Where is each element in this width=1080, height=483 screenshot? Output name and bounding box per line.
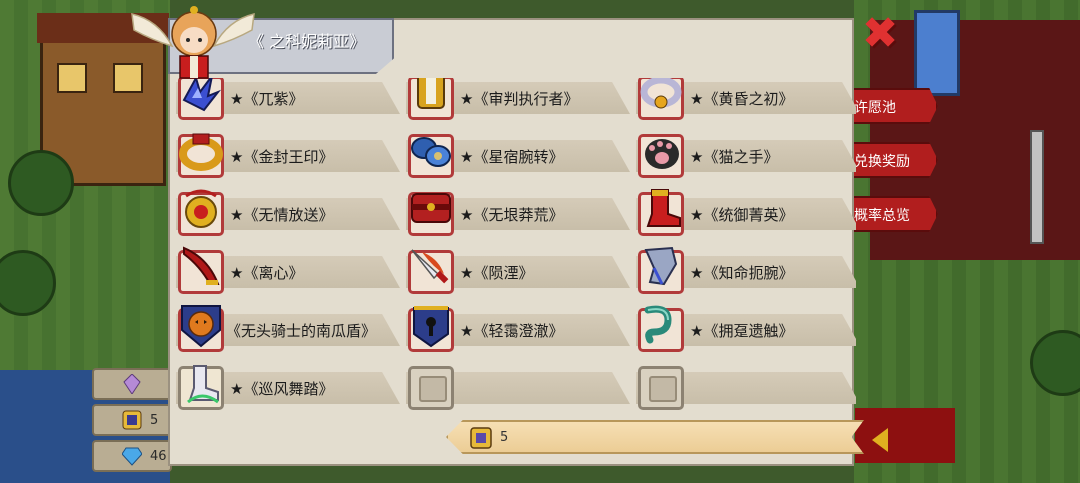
- list-item[interactable]: ★《金封王印》: [174, 133, 400, 180]
- tentacle-icon: [644, 305, 672, 344]
- blue-window: [914, 10, 960, 96]
- list-item[interactable]: 《无头骑士的南瓜盾》: [174, 305, 400, 354]
- red-chest-icon: [411, 193, 451, 223]
- item-grid[interactable]: ★《兀紫》 ★《审判执行者》 ★《黄昏之初》 ★《金封王印》 ★《星宿腕转》 ★…: [170, 78, 856, 418]
- list-item[interactable]: ★《审判执行者》: [404, 78, 630, 122]
- crystal-icon: [123, 374, 141, 394]
- empty-slot-icon: [408, 366, 454, 410]
- ticket-icon: [122, 410, 142, 430]
- side-menu-probability[interactable]: 概率总览: [850, 196, 938, 232]
- list-item[interactable]: ★《无垠莽荒》: [404, 192, 630, 238]
- close-icon[interactable]: ✖: [858, 12, 902, 58]
- ticket-counter: 5: [446, 420, 864, 454]
- list-item-empty[interactable]: [634, 366, 856, 412]
- list-item[interactable]: ★《统御菁英》: [634, 189, 856, 238]
- pumpkin-shield-icon: [181, 305, 221, 348]
- list-item[interactable]: ★《巡风舞踏》: [174, 365, 400, 412]
- gold-ring-icon: [179, 133, 223, 171]
- red-boot-icon: [646, 189, 681, 227]
- gold-amulet-icon: [185, 189, 217, 228]
- list-item[interactable]: ★《黄昏之初》: [634, 78, 856, 122]
- red-blade-icon: [183, 246, 220, 285]
- red-bar: [855, 408, 955, 463]
- list-item[interactable]: ★《知命扼腕》: [634, 246, 856, 296]
- flame-sword-icon: [411, 249, 449, 284]
- arrow-left-icon[interactable]: [872, 428, 888, 452]
- list-item[interactable]: ★《兀紫》: [174, 78, 400, 122]
- list-item-empty[interactable]: [404, 366, 630, 412]
- cat-paw-icon: [645, 139, 679, 169]
- page-title: 《 之科妮莉亚》: [248, 32, 366, 51]
- silver-ring-icon: [640, 78, 682, 109]
- list-item[interactable]: ★《轻霭澄澈》: [404, 306, 630, 354]
- currency-diamond: 46: [92, 440, 172, 472]
- ticket-icon: [470, 427, 492, 449]
- lamp-pole: [1030, 130, 1044, 244]
- tree: [8, 150, 74, 216]
- list-item[interactable]: ★《无情放送》: [174, 189, 400, 238]
- house-window: [57, 63, 87, 93]
- blue-bracer-icon: [411, 137, 451, 167]
- silver-gauntlet-icon: [644, 246, 678, 286]
- side-menu-exchange[interactable]: 兑换奖励: [850, 142, 938, 178]
- keyhole-shield-icon: [413, 306, 449, 348]
- list-item[interactable]: ★《星宿腕转》: [404, 134, 630, 180]
- list-item[interactable]: ★《猫之手》: [634, 134, 856, 180]
- reward-panel: ★《兀紫》 ★《审判执行者》 ★《黄昏之初》 ★《金封王印》 ★《星宿腕转》 ★…: [168, 18, 864, 466]
- empty-slot-icon: [638, 366, 684, 410]
- white-boot-icon: [187, 365, 219, 404]
- angel-avatar: [131, 6, 255, 79]
- diamond-icon: [122, 447, 142, 466]
- side-menu-wish-pool[interactable]: 许愿池: [850, 88, 938, 124]
- list-item[interactable]: ★《拥趸遗触》: [634, 305, 856, 354]
- currency-ticket: 5: [92, 404, 172, 436]
- blue-claw-icon: [182, 78, 222, 112]
- list-item[interactable]: ★《陨湮》: [404, 249, 630, 296]
- gold-gauntlet-icon: [417, 78, 445, 109]
- list-item[interactable]: ★《离心》: [174, 246, 400, 296]
- currency-crystal: [92, 368, 172, 400]
